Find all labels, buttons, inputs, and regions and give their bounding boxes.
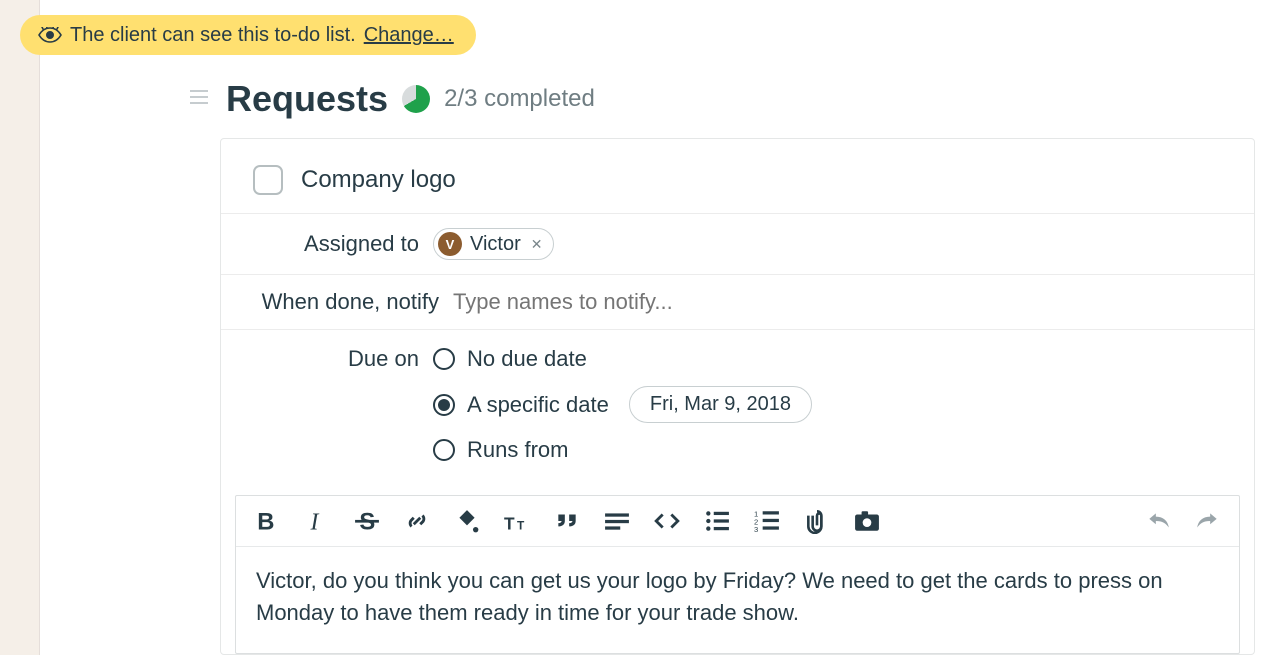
strikethrough-icon[interactable]: S <box>354 508 380 534</box>
rich-text-editor: B I S TT 123 <box>235 495 1240 654</box>
color-icon[interactable] <box>454 508 480 534</box>
redo-icon[interactable] <box>1195 508 1221 534</box>
radio-icon <box>433 348 455 370</box>
editor-body[interactable]: Victor, do you think you can get us your… <box>236 547 1239 653</box>
undo-icon[interactable] <box>1145 508 1171 534</box>
eye-icon <box>38 27 62 43</box>
left-gutter <box>0 0 40 655</box>
notify-input[interactable] <box>453 289 853 315</box>
number-list-icon[interactable]: 123 <box>754 508 780 534</box>
svg-text:3: 3 <box>754 525 758 534</box>
svg-text:T: T <box>517 519 525 533</box>
radio-icon <box>433 439 455 461</box>
code-icon[interactable] <box>654 508 680 534</box>
due-label: Due on <box>253 344 433 372</box>
todo-checkbox[interactable] <box>253 165 283 195</box>
due-option-specific-label: A specific date <box>467 392 609 418</box>
heading-icon[interactable]: TT <box>504 508 530 534</box>
assignee-name: Victor <box>470 233 521 256</box>
link-icon[interactable] <box>404 508 430 534</box>
drag-handle-icon[interactable] <box>190 90 208 109</box>
todo-card: Company logo Assigned to V Victor ✕ When… <box>220 138 1255 655</box>
radio-checked-icon <box>433 394 455 416</box>
todo-name[interactable]: Company logo <box>301 166 456 194</box>
assignee-chip[interactable]: V Victor ✕ <box>433 228 554 260</box>
notify-label: When done, notify <box>253 289 453 315</box>
list-title[interactable]: Requests <box>226 78 388 120</box>
italic-icon[interactable]: I <box>304 508 330 534</box>
attachment-icon[interactable] <box>804 508 830 534</box>
hr-icon[interactable] <box>604 508 630 534</box>
svg-text:T: T <box>504 514 515 534</box>
svg-text:I: I <box>310 510 320 534</box>
visibility-text: The client can see this to-do list. <box>70 25 356 45</box>
visibility-banner: The client can see this to-do list. Chan… <box>20 15 476 55</box>
assignee-avatar: V <box>438 232 462 256</box>
editor-toolbar: B I S TT 123 <box>236 496 1239 547</box>
due-option-range-label: Runs from <box>467 437 568 463</box>
list-heading: Requests 2/3 completed <box>220 78 1280 120</box>
svg-text:B: B <box>257 509 274 534</box>
due-date-picker[interactable]: Fri, Mar 9, 2018 <box>629 386 812 423</box>
due-option-specific[interactable]: A specific date Fri, Mar 9, 2018 <box>433 386 812 423</box>
progress-label: 2/3 completed <box>444 85 595 113</box>
due-row: Due on No due date A specific date Fri, … <box>221 329 1254 477</box>
progress-pie-icon <box>402 85 430 113</box>
notify-row: When done, notify <box>221 274 1254 329</box>
due-option-none[interactable]: No due date <box>433 346 812 372</box>
visibility-change-link[interactable]: Change… <box>364 25 454 45</box>
remove-assignee-icon[interactable]: ✕ <box>529 236 543 253</box>
assigned-label: Assigned to <box>253 231 433 257</box>
bold-icon[interactable]: B <box>254 508 280 534</box>
due-option-none-label: No due date <box>467 346 587 372</box>
assigned-row: Assigned to V Victor ✕ <box>221 213 1254 274</box>
quote-icon[interactable] <box>554 508 580 534</box>
camera-icon[interactable] <box>854 508 880 534</box>
bullet-list-icon[interactable] <box>704 508 730 534</box>
due-option-range[interactable]: Runs from <box>433 437 812 463</box>
todo-title-row: Company logo <box>221 155 1254 213</box>
